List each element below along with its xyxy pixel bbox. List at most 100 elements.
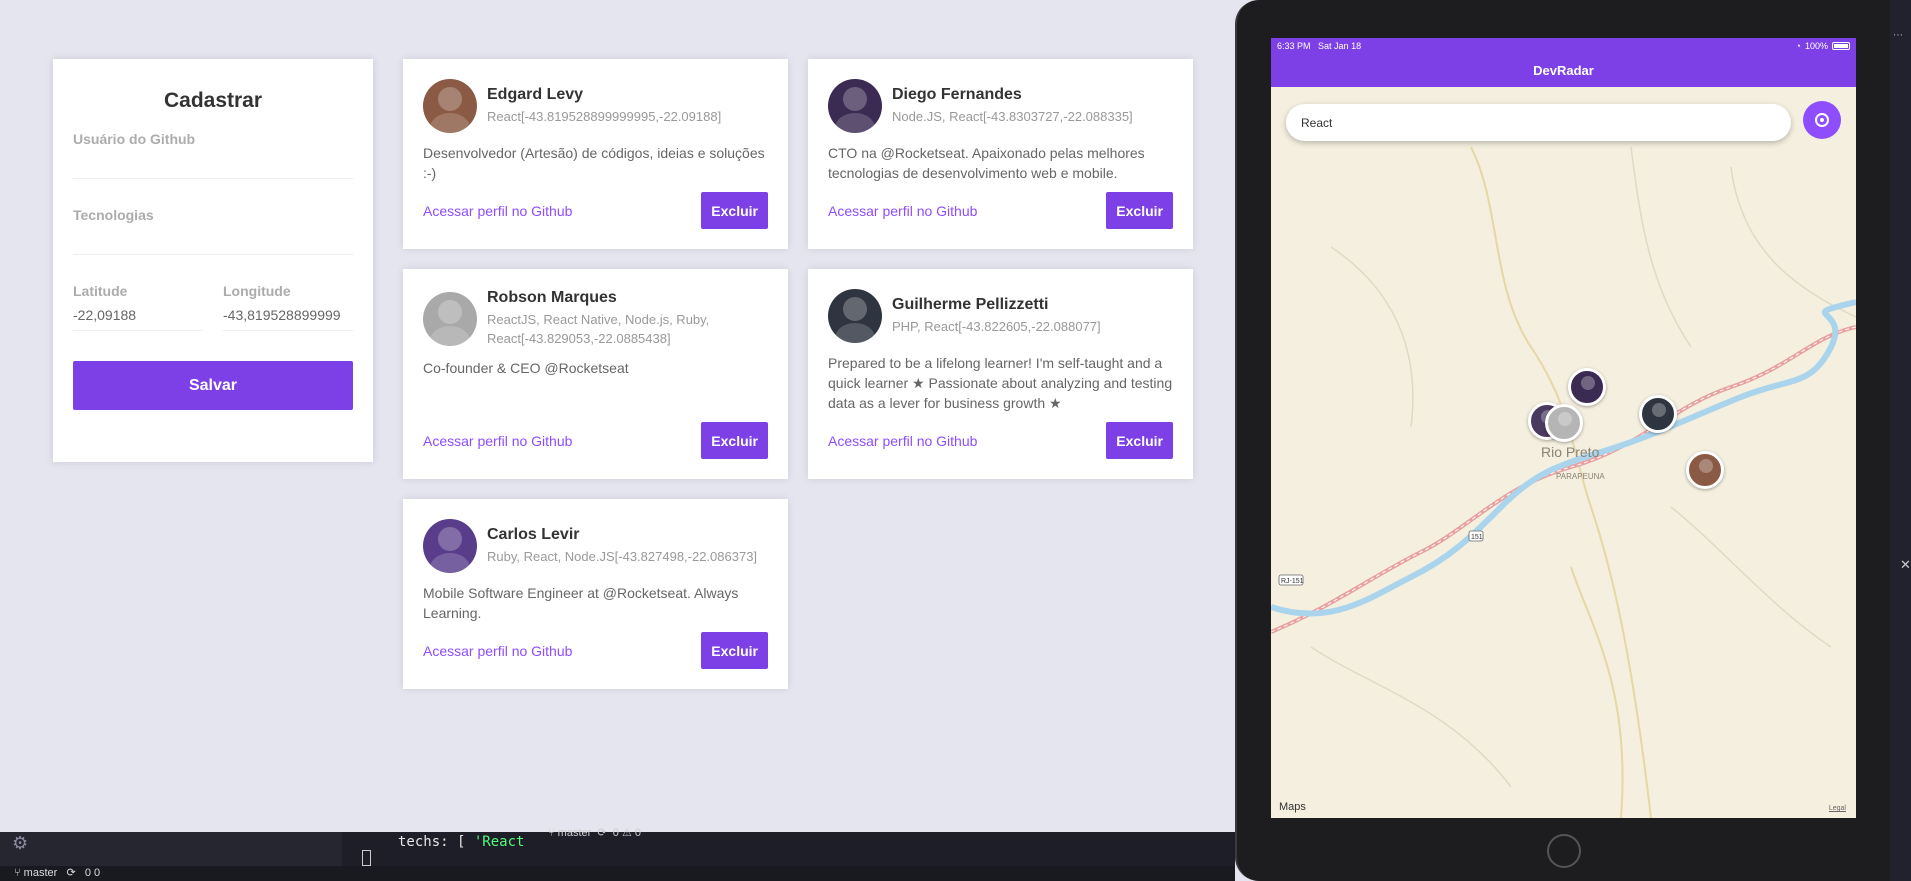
dev-card: Guilherme Pellizzetti PHP, React[-43.822… xyxy=(808,269,1193,479)
map-district-label: PARAPEUNA xyxy=(1556,472,1605,481)
maps-brand: Maps xyxy=(1279,801,1306,813)
avatar xyxy=(423,79,477,133)
dev-card: Diego Fernandes Node.JS, React[-43.83037… xyxy=(808,59,1193,249)
map-city-label: Rio Preto xyxy=(1541,444,1600,460)
dev-techs: ReactJS, React Native, Node.js, Ruby, Re… xyxy=(487,312,710,346)
code-line[interactable]: techs: [ 'React xyxy=(398,834,524,850)
github-input[interactable] xyxy=(73,147,353,179)
dev-info: Carlos Levir Ruby, React, Node.JS[-43.82… xyxy=(487,526,757,566)
dev-bio: Desenvolvedor (Artesão) de códigos, idei… xyxy=(423,145,765,181)
location-target-icon xyxy=(1815,113,1829,127)
dev-actions: Acessar perfil no Github Excluir xyxy=(828,422,1173,459)
dev-info: Edgard Levy React[-43.819528899999995,-2… xyxy=(487,86,721,126)
dev-techs: React[-43.819528899999995,-22.09188] xyxy=(487,109,722,124)
dev-bio: CTO na @Rocketseat. Apaixonado pelas mel… xyxy=(828,145,1145,181)
branch-name: master xyxy=(557,827,592,839)
road-shield-151-label: 151 xyxy=(1471,534,1483,541)
dev-bio: Prepared to be a lifelong learner! I'm s… xyxy=(828,355,1173,411)
longitude-field: Longitude xyxy=(223,283,353,331)
battery-percent: 100% xyxy=(1804,41,1828,51)
coordinates-group: Latitude Longitude xyxy=(73,283,353,331)
latitude-field: Latitude xyxy=(73,283,203,331)
editor-edge xyxy=(1890,0,1911,881)
dev-name: Carlos Levir xyxy=(487,526,580,543)
dev-header: Guilherme Pellizzetti PHP, React[-43.822… xyxy=(828,289,1173,343)
save-button[interactable]: Salvar xyxy=(73,361,353,410)
techs-search-input[interactable] xyxy=(1286,104,1791,141)
dev-card: Edgard Levy React[-43.819528899999995,-2… xyxy=(403,59,788,249)
register-form: Cadastrar Usuário do Github Tecnologias … xyxy=(53,59,373,462)
delete-button[interactable]: Excluir xyxy=(1106,192,1173,229)
dev-header: Robson Marques ReactJS, React Native, No… xyxy=(423,289,768,348)
map-marker[interactable] xyxy=(1568,368,1606,406)
dev-actions: Acessar perfil no Github Excluir xyxy=(423,192,768,229)
longitude-input[interactable] xyxy=(223,299,353,331)
dev-card: Carlos Levir Ruby, React, Node.JS[-43.82… xyxy=(403,499,788,689)
latitude-input[interactable] xyxy=(73,299,203,331)
dev-header: Edgard Levy React[-43.819528899999995,-2… xyxy=(423,79,768,133)
map-marker[interactable] xyxy=(1686,451,1724,489)
techs-label: Tecnologias xyxy=(73,207,154,223)
legal-link[interactable]: Legal xyxy=(1829,805,1846,812)
map-view[interactable]: Rio Preto PARAPEUNA 151 RJ-151 xyxy=(1271,87,1856,818)
code-string: 'React xyxy=(473,834,525,850)
dev-actions: Acessar perfil no Github Excluir xyxy=(423,422,768,459)
git-branch-icon: ⑂ xyxy=(548,827,555,839)
map-marker[interactable] xyxy=(1545,404,1583,442)
close-icon[interactable]: ✕ xyxy=(1900,557,1911,573)
github-profile-link[interactable]: Acessar perfil no Github xyxy=(423,643,572,659)
wifi-icon: ◔ xyxy=(1795,41,1801,51)
nav-title: DevRadar xyxy=(1271,54,1856,87)
avatar xyxy=(828,289,882,343)
gear-icon[interactable]: ⚙ xyxy=(12,833,28,854)
dev-techs: Ruby, React, Node.JS[-43.827498,-22.0863… xyxy=(487,549,758,564)
dev-techs: Node.JS, React[-43.8303727,-22.088335] xyxy=(892,109,1133,124)
branch-indicator[interactable]: ⑂ master ⟳ 0 ⚠ 0 xyxy=(548,826,641,839)
ipad-simulator: Rio Preto PARAPEUNA 151 RJ-151 6:33 PM S… xyxy=(1235,0,1890,881)
dev-name: Edgard Levy xyxy=(487,86,584,103)
dev-actions: Acessar perfil no Github Excluir xyxy=(423,632,768,669)
dev-techs: PHP, React[-43.822605,-22.088077] xyxy=(892,319,1101,334)
dev-info: Diego Fernandes Node.JS, React[-43.83037… xyxy=(892,86,1133,126)
sync-icon: ⟳ xyxy=(597,827,607,839)
status-problems[interactable]: 0 0 xyxy=(85,867,100,879)
status-time-date: 6:33 PM Sat Jan 18 xyxy=(1277,41,1361,51)
github-profile-link[interactable]: Acessar perfil no Github xyxy=(828,433,977,449)
dev-bio: Co-founder & CEO @Rocketseat xyxy=(423,360,629,376)
avatar xyxy=(828,79,882,133)
editor-sidebar xyxy=(0,832,342,866)
longitude-label: Longitude xyxy=(223,283,291,299)
status-time: 6:33 PM xyxy=(1277,41,1311,51)
github-profile-link[interactable]: Acessar perfil no Github xyxy=(423,433,572,449)
sync-icon[interactable]: ⟳ xyxy=(66,867,75,879)
code-prefix: techs: [ xyxy=(398,834,474,850)
home-button[interactable] xyxy=(1547,834,1581,868)
avatar xyxy=(423,291,477,346)
github-profile-link[interactable]: Acessar perfil no Github xyxy=(828,203,977,219)
dev-header: Carlos Levir Ruby, React, Node.JS[-43.82… xyxy=(423,519,768,573)
map-marker[interactable] xyxy=(1639,395,1677,433)
status-indicators: ◔ 100% xyxy=(1796,41,1850,51)
github-label: Usuário do Github xyxy=(73,131,196,147)
more-icon[interactable]: ⋯ xyxy=(1893,30,1903,41)
github-profile-link[interactable]: Acessar perfil no Github xyxy=(423,203,572,219)
techs-input[interactable] xyxy=(73,223,353,255)
device-screen: Rio Preto PARAPEUNA 151 RJ-151 6:33 PM S… xyxy=(1271,38,1856,818)
latitude-label: Latitude xyxy=(73,283,128,299)
dev-actions: Acessar perfil no Github Excluir xyxy=(828,192,1173,229)
status-line: ⑂ master ⟳ 0 0 xyxy=(0,866,1235,881)
dev-name: Diego Fernandes xyxy=(892,86,1022,103)
dev-card: Robson Marques ReactJS, React Native, No… xyxy=(403,269,788,479)
location-target-button[interactable] xyxy=(1803,101,1841,139)
status-date: Sat Jan 18 xyxy=(1318,41,1362,51)
git-branch-icon: ⑂ xyxy=(14,867,21,879)
dev-name: Robson Marques xyxy=(487,289,617,306)
maps-brand-label: Maps xyxy=(1279,801,1306,813)
delete-button[interactable]: Excluir xyxy=(1106,422,1173,459)
delete-button[interactable]: Excluir xyxy=(701,422,768,459)
status-bar: 6:33 PM Sat Jan 18 ◔ 100% xyxy=(1271,38,1856,54)
delete-button[interactable]: Excluir xyxy=(701,632,768,669)
delete-button[interactable]: Excluir xyxy=(701,192,768,229)
web-app: Cadastrar Usuário do Github Tecnologias … xyxy=(0,0,1235,832)
status-branch[interactable]: master xyxy=(24,867,58,879)
